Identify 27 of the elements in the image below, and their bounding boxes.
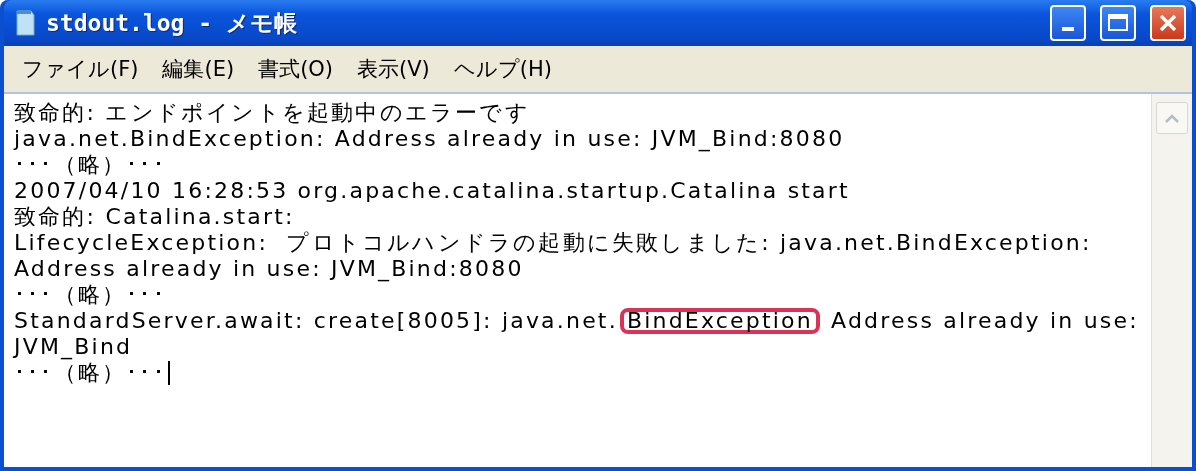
log-line: Address already in use: JVM_Bind:8080 bbox=[14, 255, 524, 283]
log-line: ･･･（略）･･･ bbox=[14, 359, 166, 387]
log-line: java.net.BindException: Address already in use: JVM_Bind:8080 bbox=[14, 125, 845, 153]
log-line: 2007/04/10 16:28:53 org.apache.catalina.startup.Catalina start bbox=[14, 177, 850, 205]
log-line: Address already in use: bbox=[830, 307, 1139, 335]
log-line: ･･･（略）･･･ bbox=[14, 151, 166, 179]
maximize-button[interactable] bbox=[1100, 5, 1136, 41]
menu-item[interactable]: 書式(O) bbox=[246, 51, 346, 87]
menu-item[interactable]: 編集(E) bbox=[150, 51, 247, 87]
log-line: ･･･（略）･･･ bbox=[14, 281, 166, 309]
log-line: LifecycleException: プロトコルハンドラの起動に失敗しました: java.net.BindException: bbox=[14, 229, 1092, 257]
scrollbar[interactable] bbox=[1151, 94, 1192, 467]
log-line: JVM_Bind bbox=[14, 333, 133, 361]
minimize-button[interactable] bbox=[1050, 5, 1086, 41]
window-title: stdout.log - メモ帳 bbox=[46, 8, 298, 38]
menu-item[interactable]: ヘルプ(H) bbox=[441, 51, 564, 87]
menu-item[interactable]: ファイル(F) bbox=[10, 51, 151, 87]
log-line: 致命的: Catalina.start: bbox=[14, 203, 295, 231]
close-button[interactable] bbox=[1150, 5, 1186, 41]
close-icon bbox=[1157, 12, 1179, 34]
log-line: StandardServer.await: create[8005]: java.net. bbox=[14, 307, 618, 335]
maximize-icon bbox=[1107, 13, 1129, 33]
notepad-icon bbox=[14, 8, 36, 38]
log-line: 致命的: エンドポイントを起動中のエラーです bbox=[14, 99, 530, 127]
minimize-icon bbox=[1062, 27, 1074, 31]
highlighted-text: BindException bbox=[619, 308, 820, 334]
menu-item[interactable]: 表示(V) bbox=[345, 51, 442, 87]
